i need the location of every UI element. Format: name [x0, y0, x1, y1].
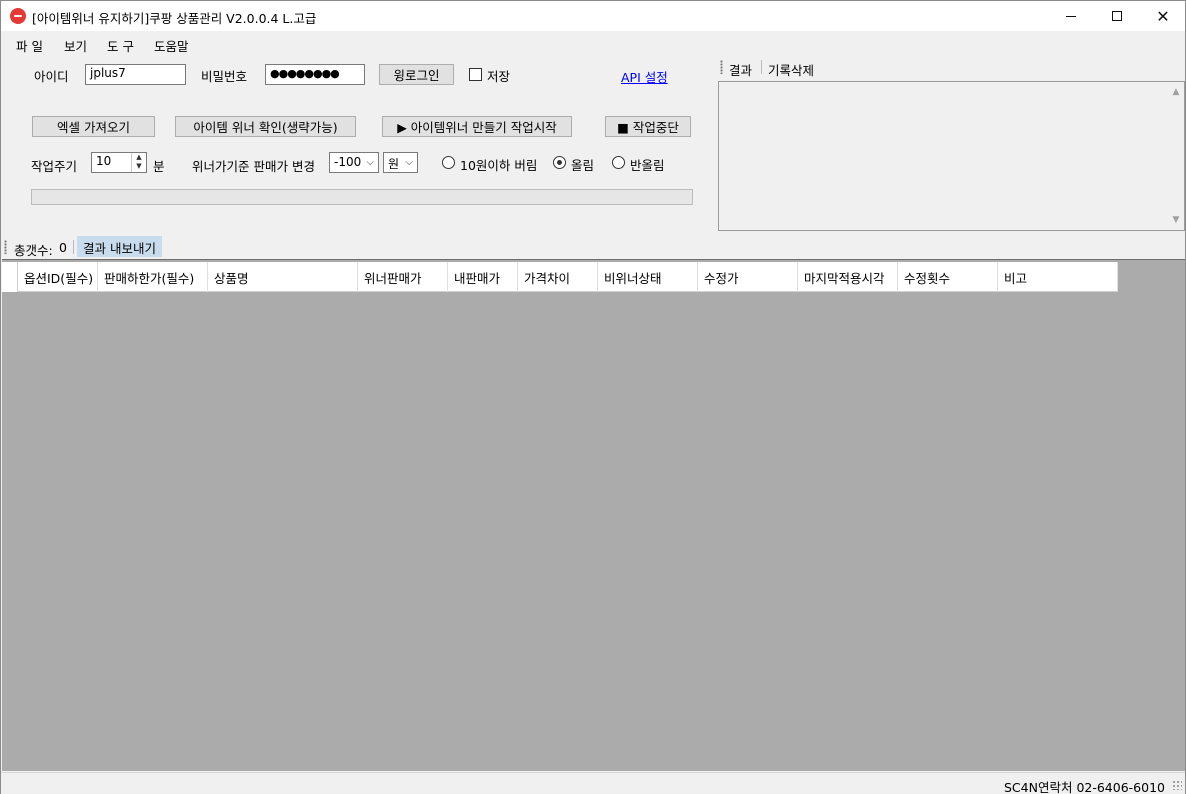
- spin-up-icon[interactable]: ▲: [132, 153, 146, 162]
- round-half-radio[interactable]: [612, 156, 625, 169]
- grid-header: 옵션ID(필수) 판매하한가(필수) 상품명 위너판매가 내판매가 가격차이 비…: [2, 262, 1118, 292]
- total-count-label: 총갯수:: [14, 243, 53, 258]
- api-settings-link[interactable]: API 설정: [621, 67, 668, 86]
- maximize-button[interactable]: [1094, 1, 1140, 31]
- toolbar-grip-icon: [4, 240, 7, 254]
- window-title: [아이템위너 유지하기]쿠팡 상품관리 V2.0.0.4 L.고급: [32, 11, 317, 26]
- app-logo-icon: [10, 8, 26, 24]
- row-header-corner[interactable]: [2, 262, 18, 292]
- id-input[interactable]: jplus7: [85, 64, 186, 85]
- menu-tools[interactable]: 도 구: [107, 36, 134, 55]
- cycle-value: 10: [96, 154, 112, 168]
- cycle-spin-buttons: ▲ ▼: [131, 153, 146, 172]
- maximize-icon: [1112, 11, 1122, 21]
- round-up-label: 올림: [571, 158, 595, 173]
- minimize-button[interactable]: [1048, 1, 1094, 31]
- menu-help[interactable]: 도움말: [154, 36, 189, 55]
- stop-job-button[interactable]: ■ 작업중단: [605, 116, 691, 137]
- start-job-button[interactable]: ▶ 아이템위너 만들기 작업시작: [382, 116, 572, 137]
- column-header[interactable]: 내판매가: [448, 262, 518, 292]
- winner-check-button[interactable]: 아이템 위너 확인(생략가능): [175, 116, 356, 137]
- currency-select[interactable]: 원 ⌵: [383, 152, 418, 173]
- login-button[interactable]: 윙로그인: [379, 64, 454, 85]
- total-count-value: 0: [59, 240, 67, 255]
- progress-bar: [31, 189, 693, 205]
- round-down-label: 10원이하 버림: [460, 158, 538, 173]
- id-label: 아이디: [34, 69, 69, 84]
- round-half-label: 반올림: [630, 158, 665, 173]
- data-grid[interactable]: 옵션ID(필수) 판매하한가(필수) 상품명 위너판매가 내판매가 가격차이 비…: [2, 259, 1185, 771]
- column-header[interactable]: 상품명: [208, 262, 358, 292]
- title-bar: [아이템위너 유지하기]쿠팡 상품관리 V2.0.0.4 L.고급 ✕: [1, 1, 1185, 31]
- save-label: 저장: [487, 69, 511, 84]
- result-tab[interactable]: 결과: [729, 60, 752, 79]
- currency-value: 원: [388, 157, 400, 171]
- password-input[interactable]: ●●●●●●●●: [265, 64, 365, 85]
- toolbar-divider: [761, 60, 762, 74]
- column-header[interactable]: 옵션ID(필수): [18, 262, 98, 292]
- save-checkbox[interactable]: [469, 68, 482, 81]
- chevron-down-icon: ⌵: [366, 157, 374, 168]
- price-change-select[interactable]: -100 ⌵: [329, 152, 379, 173]
- export-results-button[interactable]: 결과 내보내기: [77, 236, 162, 257]
- column-header[interactable]: 비고: [998, 262, 1118, 292]
- menu-bar: 파 일 보기 도 구 도움말: [1, 31, 1185, 55]
- close-icon: ✕: [1156, 6, 1170, 26]
- contact-info: SC4N연락처 02-6406-6010: [1004, 780, 1165, 794]
- summary-toolbar: 총갯수: 0 결과 내보내기: [1, 235, 1185, 259]
- column-header[interactable]: 마지막적용시각: [798, 262, 898, 292]
- toolbar-grip-icon: [720, 60, 723, 74]
- resize-grip-icon[interactable]: [1172, 780, 1182, 790]
- price-change-label: 위너가기준 판매가 변경: [192, 159, 315, 174]
- app-window: [아이템위너 유지하기]쿠팡 상품관리 V2.0.0.4 L.고급 ✕ 파 일 …: [0, 0, 1186, 794]
- cycle-unit: 분: [153, 159, 165, 174]
- column-header[interactable]: 판매하한가(필수): [98, 262, 208, 292]
- minimize-icon: [1066, 15, 1076, 17]
- chevron-down-icon: ⌵: [405, 157, 413, 168]
- excel-import-button[interactable]: 엑셀 가져오기: [32, 116, 155, 137]
- result-scrollbar[interactable]: ▲ ▼: [1168, 82, 1184, 230]
- round-down-radio[interactable]: [442, 156, 455, 169]
- spin-down-icon[interactable]: ▼: [132, 162, 146, 171]
- price-change-value: -100: [334, 155, 362, 169]
- toolbar-divider: [73, 240, 74, 254]
- result-toolbar: 결과 기록삭제: [717, 55, 1185, 79]
- scroll-down-icon[interactable]: ▼: [1168, 212, 1184, 228]
- result-log[interactable]: ▲ ▼: [718, 81, 1185, 231]
- round-up-radio[interactable]: [553, 156, 566, 169]
- cycle-label: 작업주기: [31, 159, 78, 174]
- status-bar: SC4N연락처 02-6406-6010: [1, 772, 1185, 794]
- column-header[interactable]: 위너판매가: [358, 262, 448, 292]
- password-label: 비밀번호: [201, 69, 248, 84]
- column-header[interactable]: 비위너상태: [598, 262, 698, 292]
- close-button[interactable]: ✕: [1140, 1, 1186, 31]
- column-header[interactable]: 수정가: [698, 262, 798, 292]
- scroll-up-icon[interactable]: ▲: [1168, 84, 1184, 100]
- cycle-stepper[interactable]: 10 ▲ ▼: [91, 152, 147, 173]
- column-header[interactable]: 수정횟수: [898, 262, 998, 292]
- menu-view[interactable]: 보기: [64, 36, 87, 55]
- menu-file[interactable]: 파 일: [16, 36, 43, 55]
- column-header[interactable]: 가격차이: [518, 262, 598, 292]
- clear-log-button[interactable]: 기록삭제: [768, 60, 814, 79]
